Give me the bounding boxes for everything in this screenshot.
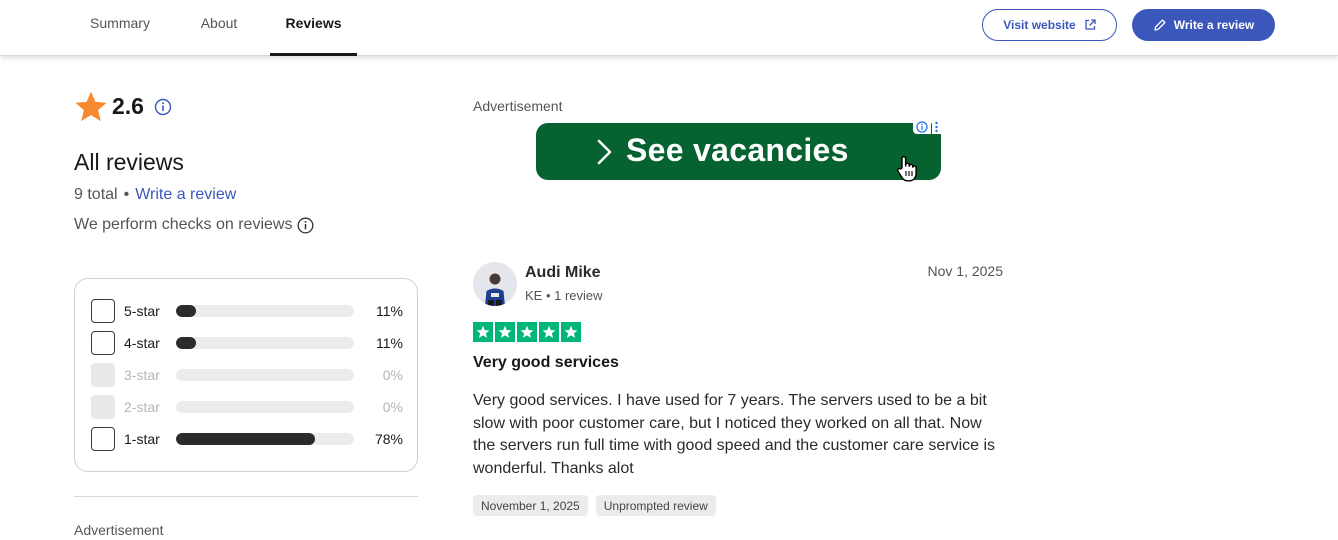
review-chips: November 1, 2025 Unprompted review — [473, 495, 716, 516]
more-vertical-icon[interactable] — [932, 120, 941, 134]
write-review-link[interactable]: Write a review — [135, 186, 236, 203]
filter-1-star[interactable]: 1-star 78% — [91, 427, 403, 451]
star-icon — [517, 322, 537, 342]
ad-choices-icon[interactable] — [913, 120, 931, 134]
tab-about[interactable]: About — [182, 0, 256, 56]
tab-summary[interactable]: Summary — [74, 0, 166, 56]
tab-reviews[interactable]: Reviews — [270, 0, 357, 56]
filter-label: 3-star — [124, 367, 160, 383]
review-body: Very good services. I have used for 7 ye… — [473, 392, 996, 477]
top-nav: Summary About Reviews Visit website Writ… — [0, 0, 1338, 56]
star-icon — [561, 322, 581, 342]
advertisement-label: Advertisement — [473, 98, 563, 114]
star-icon — [75, 91, 107, 122]
reviewer-meta: KE • 1 review — [525, 288, 603, 303]
checks-text: We perform checks on reviews — [74, 216, 293, 233]
filter-checkbox[interactable] — [91, 299, 115, 323]
filter-bar-track — [176, 433, 354, 445]
filter-label: 1-star — [124, 431, 160, 447]
chevron-right-icon — [597, 139, 612, 165]
write-review-label: Write a review — [1173, 18, 1255, 32]
all-reviews-heading: All reviews — [74, 149, 184, 175]
review-count: 9 total — [74, 186, 118, 203]
filter-5-star[interactable]: 5-star 11% — [91, 299, 403, 323]
star-icon — [473, 322, 493, 342]
info-icon — [916, 121, 928, 133]
filter-percent: 11% — [376, 335, 403, 351]
filter-bar-track — [176, 305, 354, 317]
date-chip: November 1, 2025 — [473, 495, 588, 516]
review-star-rating — [473, 322, 581, 342]
filter-bar-fill — [176, 305, 196, 317]
hand-cursor-icon — [897, 156, 917, 182]
info-icon[interactable] — [154, 98, 172, 116]
info-icon[interactable] — [297, 217, 314, 234]
ad-banner-text: See vacancies — [626, 132, 849, 168]
filter-bar-fill — [176, 337, 196, 349]
ad-banner[interactable]: See vacancies — [536, 120, 941, 180]
filter-4-star[interactable]: 4-star 11% — [91, 331, 403, 355]
visit-website-button[interactable]: Visit website — [982, 9, 1117, 41]
visit-website-label: Visit website — [1003, 18, 1076, 32]
star-filter-panel: 5-star 11% 4-star 11% 3-star 0% 2-star 0… — [74, 278, 418, 472]
checks-line[interactable]: We perform checks on reviews — [74, 216, 314, 234]
total-line: 9 total • Write a review — [74, 186, 236, 204]
filter-percent: 11% — [376, 303, 403, 319]
unprompted-chip[interactable]: Unprompted review — [595, 495, 716, 516]
star-icon — [495, 322, 515, 342]
external-link-icon — [1085, 19, 1096, 30]
filter-bar-track — [176, 369, 354, 381]
divider — [74, 496, 418, 497]
review-date: Nov 1, 2025 — [927, 263, 1004, 279]
filter-label: 2-star — [124, 399, 160, 415]
separator-dot: • — [123, 186, 130, 203]
filter-checkbox — [91, 363, 115, 387]
review-title[interactable]: Very good services — [473, 354, 619, 372]
filter-bar-fill — [176, 433, 315, 445]
write-review-button[interactable]: Write a review — [1132, 9, 1275, 41]
filter-bar-track — [176, 401, 354, 413]
filter-percent: 0% — [382, 399, 403, 415]
avatar — [473, 262, 517, 306]
filter-label: 4-star — [124, 335, 160, 351]
filter-checkbox[interactable] — [91, 331, 115, 355]
advertisement-label: Advertisement — [74, 522, 164, 538]
filter-percent: 0% — [382, 367, 403, 383]
filter-2-star: 2-star 0% — [91, 395, 403, 419]
filter-checkbox — [91, 395, 115, 419]
filter-percent: 78% — [374, 431, 403, 447]
filter-checkbox[interactable] — [91, 427, 115, 451]
rating-value: 2.6 — [112, 93, 144, 119]
reviewer-photo — [473, 262, 517, 306]
star-icon — [539, 322, 559, 342]
filter-label: 5-star — [124, 303, 160, 319]
reviewer-name[interactable]: Audi Mike — [525, 264, 601, 282]
pencil-icon — [1154, 19, 1166, 31]
filter-3-star: 3-star 0% — [91, 363, 403, 387]
filter-bar-track — [176, 337, 354, 349]
